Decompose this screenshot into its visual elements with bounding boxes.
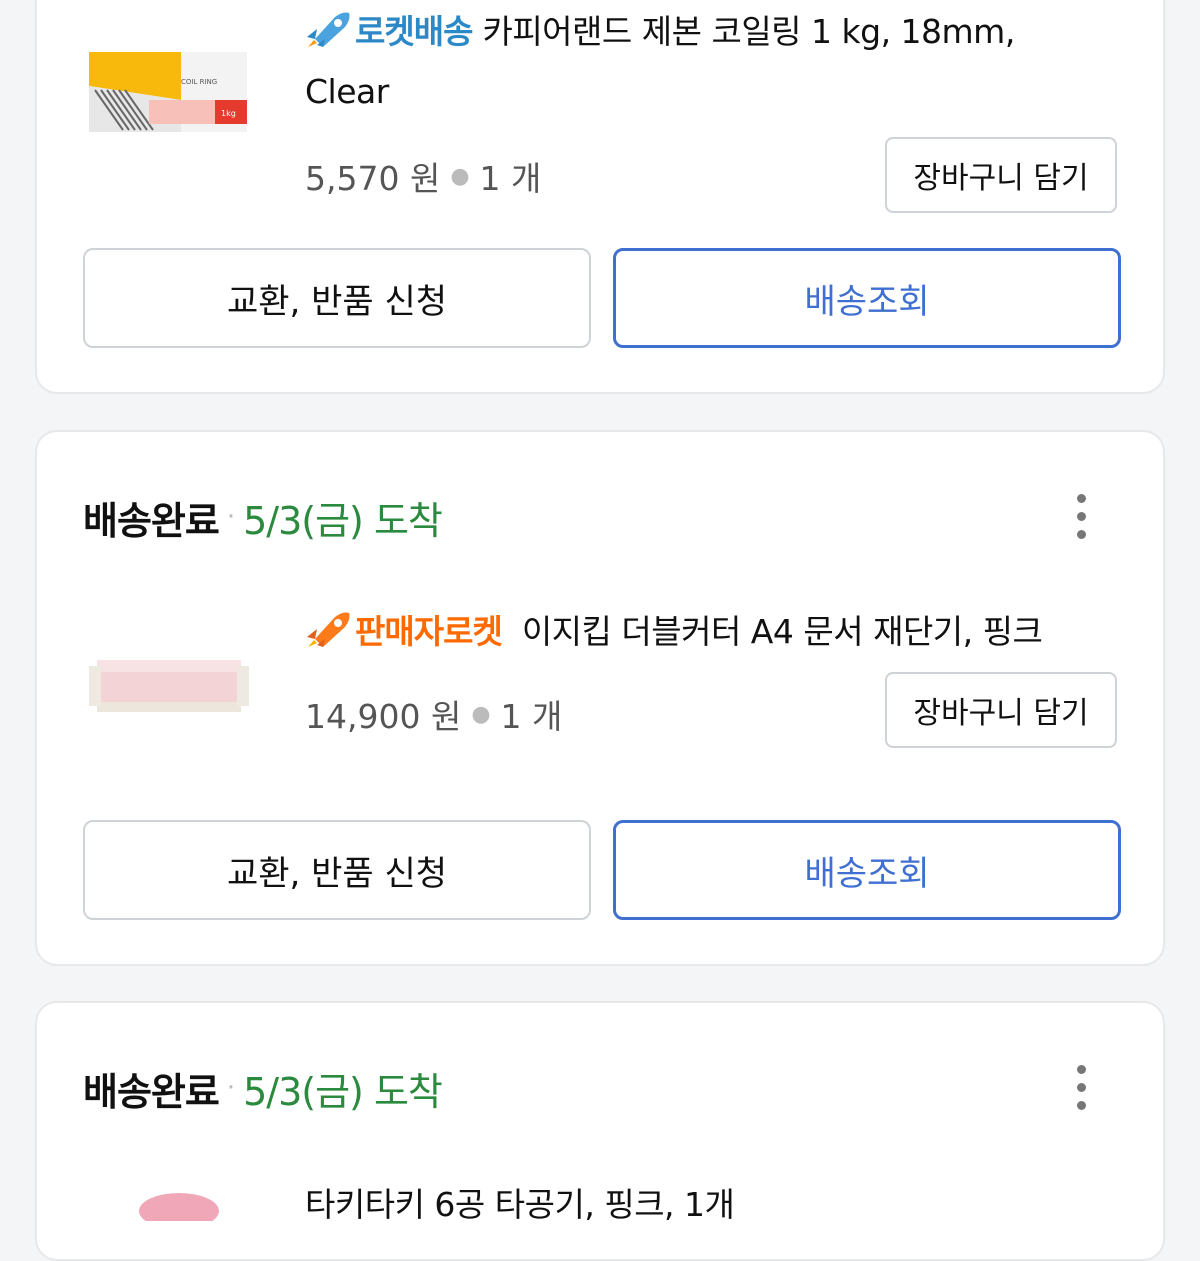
order-card-2: 배송완료 · 5/3(금) 도착 판매자로켓 이지킵 더블커터 A4 문서 재단… — [35, 430, 1165, 966]
product-name-2[interactable]: 판매자로켓 이지킵 더블커터 A4 문서 재단기, 핑크 — [305, 602, 1125, 662]
product-name-text: 타키타키 6공 타공기, 핑크, 1개 — [305, 1185, 735, 1224]
coil-ring-weight: 1kg — [221, 109, 236, 118]
product-name-line1: 카피어랜드 제본 코일링 1 kg, 18mm, — [482, 12, 1015, 51]
product-thumbnail-coil-ring[interactable]: COIL RING 1kg — [89, 50, 249, 134]
track-delivery-button[interactable]: 배송조회 — [613, 248, 1121, 348]
price: 14,900 원 — [305, 697, 462, 736]
order-card-3: 배송완료 · 5/3(금) 도착 타키타키 6공 타공기, 핑크, 1개 — [35, 1001, 1165, 1261]
product-thumbnail-hole-punch[interactable] — [89, 1181, 249, 1221]
price-row-1: 5,570 원 ● 1 개 — [305, 152, 541, 200]
separator-dot: ● — [450, 163, 470, 189]
product-name-3[interactable]: 타키타키 6공 타공기, 핑크, 1개 — [305, 1175, 1085, 1235]
order-card-1: COIL RING 1kg 로켓배송 카피어랜드 제본 코일링 1 kg, 18… — [35, 0, 1165, 394]
separator-dot: · — [226, 1073, 236, 1103]
product-name-1[interactable]: 로켓배송 카피어랜드 제본 코일링 1 kg, 18mm, Clear — [305, 2, 1085, 122]
more-options-icon[interactable] — [1071, 494, 1091, 540]
coil-ring-text: COIL RING — [181, 78, 217, 86]
separator-dot: · — [226, 502, 236, 532]
rocket-icon — [307, 612, 350, 647]
product-name-line2: Clear — [305, 72, 389, 111]
quantity: 1 개 — [479, 159, 542, 198]
delivery-status-row: 배송완료 · 5/3(금) 도착 — [83, 1063, 443, 1114]
price-row-2: 14,900 원 ● 1 개 — [305, 690, 562, 738]
separator-dot: ● — [471, 701, 491, 727]
track-delivery-button[interactable]: 배송조회 — [613, 820, 1121, 920]
more-options-icon[interactable] — [1071, 1065, 1091, 1111]
delivery-status-row: 배송완료 · 5/3(금) 도착 — [83, 492, 443, 543]
add-to-cart-button[interactable]: 장바구니 담기 — [885, 137, 1117, 213]
exchange-return-button[interactable]: 교환, 반품 신청 — [83, 248, 591, 348]
seller-rocket-badge: 판매자로켓 — [355, 612, 503, 651]
rocket-delivery-badge: 로켓배송 — [355, 12, 473, 51]
price: 5,570 원 — [305, 159, 441, 198]
arrival-date: 5/3(금) 도착 — [243, 1069, 443, 1114]
exchange-return-button[interactable]: 교환, 반품 신청 — [83, 820, 591, 920]
delivery-status: 배송완료 — [83, 1069, 220, 1114]
arrival-date: 5/3(금) 도착 — [243, 498, 443, 543]
add-to-cart-button[interactable]: 장바구니 담기 — [885, 672, 1117, 748]
product-name-text: 이지킵 더블커터 A4 문서 재단기, 핑크 — [521, 612, 1043, 651]
delivery-status: 배송완료 — [83, 498, 220, 543]
rocket-icon — [307, 12, 350, 47]
product-thumbnail-paper-cutter[interactable] — [89, 652, 249, 722]
quantity: 1 개 — [500, 697, 563, 736]
